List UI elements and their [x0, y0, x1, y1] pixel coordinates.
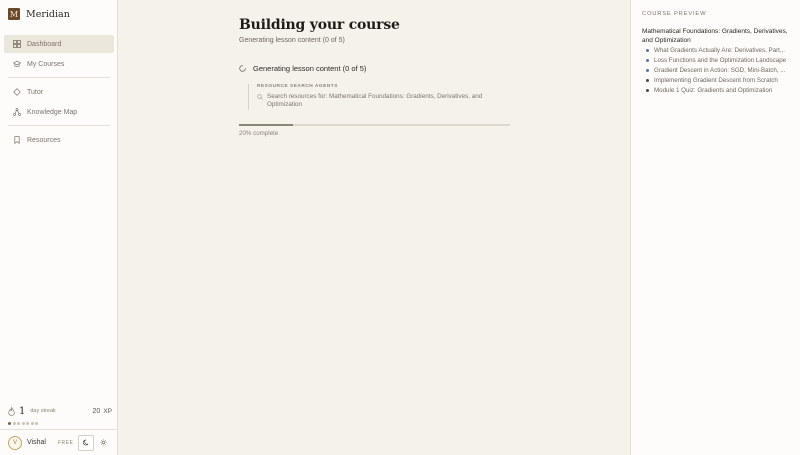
search-icon	[257, 94, 263, 100]
list-item: What Gradients Actually Are: Derivatives…	[646, 45, 796, 55]
resource-search-agents: RESOURCE SEARCH AGENTS Search resources …	[248, 84, 498, 110]
streak-row: 1 day streak 20 XP	[8, 404, 112, 418]
preview-label: COURSE PREVIEW	[642, 11, 707, 17]
diamond-icon	[13, 88, 21, 96]
streak-label: day streak	[30, 408, 56, 414]
sidebar-item-label: Knowledge Map	[27, 108, 78, 116]
sidebar-item-label: Resources	[27, 136, 61, 144]
avatar[interactable]: V	[8, 435, 22, 450]
agents-label: RESOURCE SEARCH AGENTS	[257, 84, 338, 89]
lesson-title: Module 1 Quiz: Gradients and Optimizatio…	[654, 86, 773, 94]
spinner-icon	[239, 65, 246, 72]
page-subtitle: Generating lesson content (0 of 5)	[239, 37, 345, 44]
app-name: Meridian	[26, 8, 70, 20]
sidebar-divider	[8, 77, 110, 78]
lesson-title: Gradient Descent in Action: SGD, Mini-Ba…	[654, 66, 786, 74]
streak-dot	[12, 422, 16, 425]
streak-dots	[8, 422, 40, 425]
streak-dot	[21, 422, 25, 425]
sidebar-item-tutor[interactable]: Tutor	[4, 83, 114, 101]
streak-dot	[17, 422, 20, 425]
user-row: V Vishal FREE	[0, 429, 118, 455]
progress-fill	[239, 124, 294, 126]
streak-dot	[26, 422, 29, 425]
lesson-title: Implementing Gradient Descent from Scrat…	[654, 76, 778, 84]
sidebar-item-label: Dashboard	[27, 40, 62, 48]
xp-label: XP	[103, 407, 112, 415]
grid-icon	[13, 40, 21, 48]
lesson-bullet	[646, 78, 649, 82]
list-item: Module 1 Quiz: Gradients and Optimizatio…	[646, 85, 796, 95]
sidebar-item-label: My Courses	[27, 60, 65, 68]
sidebar-item-my-courses[interactable]: My Courses	[4, 55, 114, 73]
sidebar-divider	[8, 125, 110, 126]
page-title: Building your course	[239, 17, 400, 33]
streak-dot	[8, 422, 11, 425]
dark-mode-button[interactable]	[78, 434, 95, 451]
progress-bar	[239, 124, 510, 126]
module-title: Mathematical Foundations: Gradients, Der…	[642, 28, 788, 44]
logo: M	[8, 8, 20, 20]
list-item: Implementing Gradient Descent from Scrat…	[646, 75, 796, 85]
agent-item: Search resources for: Mathematical Found…	[257, 93, 498, 109]
brand[interactable]: M Meridian	[8, 7, 70, 21]
xp-value: 20	[92, 407, 101, 415]
graduation-cap-icon	[13, 60, 21, 68]
lesson-bullet	[646, 68, 649, 72]
step-text: Generating lesson content (0 of 5)	[253, 64, 367, 73]
lesson-list: What Gradients Actually Are: Derivatives…	[646, 45, 796, 95]
lesson-title: What Gradients Actually Are: Derivatives…	[654, 46, 786, 54]
sidebar-item-dashboard[interactable]: Dashboard	[4, 35, 114, 53]
progress-label: 20% complete	[239, 130, 279, 137]
light-mode-button[interactable]	[95, 435, 111, 451]
list-item: Gradient Descent in Action: SGD, Mini-Ba…	[646, 65, 796, 75]
course-preview-panel: COURSE PREVIEW Mathematical Foundations:…	[630, 0, 800, 455]
sidebar-item-resources[interactable]: Resources	[4, 131, 114, 149]
flame-icon	[8, 406, 15, 416]
sidebar-item-label: Tutor	[27, 88, 44, 96]
sun-icon	[100, 439, 107, 446]
current-step: Generating lesson content (0 of 5)	[239, 64, 366, 73]
agent-query: Search resources for: Mathematical Found…	[267, 93, 483, 109]
list-item: Loss Functions and the Optimization Land…	[646, 55, 796, 65]
lesson-bullet	[646, 58, 649, 62]
lesson-bullet	[646, 48, 649, 52]
lesson-bullet	[646, 88, 649, 92]
streak-dot	[30, 422, 34, 425]
sidebar: M Meridian Dashboard My Courses Tutor Kn…	[0, 0, 118, 455]
bookmark-icon	[13, 136, 21, 144]
network-icon	[13, 108, 21, 116]
sidebar-item-knowledge-map[interactable]: Knowledge Map	[4, 103, 114, 121]
lesson-title: Loss Functions and the Optimization Land…	[654, 56, 787, 64]
user-name[interactable]: Vishal	[27, 439, 46, 446]
streak-dot	[35, 422, 38, 425]
streak-count: 1	[19, 405, 26, 417]
xp-display: 20 XP	[93, 408, 112, 415]
main-content: Building your course Generating lesson c…	[118, 0, 630, 455]
plan-badge: FREE	[57, 439, 74, 446]
moon-icon	[82, 439, 89, 446]
